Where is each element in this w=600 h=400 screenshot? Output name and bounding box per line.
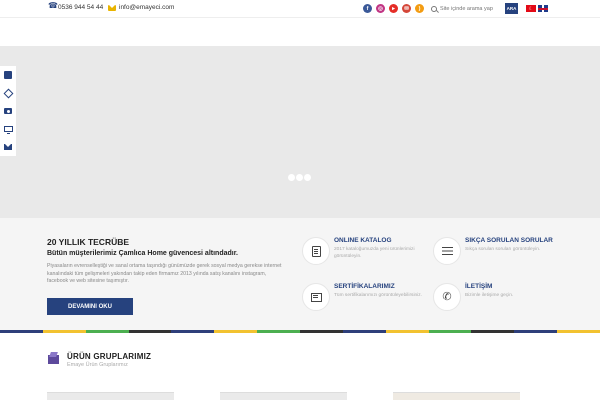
stripe-segment [214, 330, 258, 333]
email-contact[interactable]: info@emayeci.com [108, 4, 174, 11]
social-links: f ◎ ▸ ✉ ) [363, 4, 424, 13]
stripe-segment [557, 330, 600, 333]
stripe-segment [85, 330, 129, 333]
about-text: Piyasaların evrenselleştiği ve sanal ort… [47, 263, 282, 285]
stripe-segment [471, 330, 515, 333]
search-input[interactable] [440, 5, 500, 12]
side-tool-contact[interactable] [0, 66, 16, 84]
faq-list-icon [441, 246, 453, 256]
side-tool-gallery[interactable] [0, 102, 16, 120]
feature-title: SERTİFİKALARIMIZ [334, 283, 395, 290]
search-icon [431, 5, 437, 12]
envelope-icon [4, 144, 12, 150]
feature-desc: Tüm sertifikalarımızı görüntüleyebilirsi… [334, 293, 422, 298]
feature-title: İLETİŞİM [465, 283, 493, 290]
email-address: info@emayeci.com [119, 4, 175, 11]
youtube-icon[interactable]: ▸ [389, 4, 398, 13]
feature-desc: Bizimle iletişime geçin. [465, 293, 514, 298]
side-tool-products[interactable] [0, 84, 16, 102]
section-title: ÜRÜN GRUPLARIMIZ [67, 352, 152, 361]
side-tool-web[interactable] [0, 120, 16, 138]
product-card[interactable] [220, 392, 347, 400]
phone-icon [48, 1, 58, 11]
instagram-icon[interactable]: ◎ [376, 4, 385, 13]
loader-dot [304, 174, 311, 181]
stripe-segment [342, 330, 386, 333]
read-more-button[interactable]: DEVAMINI OKU [47, 298, 133, 315]
phone-contact[interactable]: 0536 944 54 44 [48, 1, 104, 11]
section-subtitle: Emaye Ürün Gruplarımız [67, 362, 128, 368]
hero-slider [0, 46, 600, 218]
stripe-segment [428, 330, 472, 333]
mail-icon [108, 4, 116, 11]
stripe-segment [128, 330, 172, 333]
product-box-icon [47, 352, 61, 366]
side-tool-mail[interactable] [0, 138, 16, 156]
about-subtitle: Bütün müşterilerimiz Çamlıca Home güvenc… [47, 250, 238, 257]
monitor-icon [3, 126, 13, 134]
feature-title: ONLINE KATALOG [334, 237, 392, 244]
loading-indicator [288, 174, 311, 181]
stripe-segment [42, 330, 86, 333]
email-icon[interactable]: ✉ [402, 4, 411, 13]
product-card[interactable] [393, 392, 520, 400]
phone-number: 0536 944 54 44 [58, 4, 104, 11]
english-flag-icon[interactable] [538, 5, 548, 12]
stripe-segment [385, 330, 429, 333]
stripe-segment [257, 330, 301, 333]
feature-faq[interactable]: SIKÇA SORULAN SORULAR Sıkça sorulan soru… [433, 237, 573, 267]
loader-dot [288, 174, 295, 181]
feature-icon-circle: ✆ [433, 283, 461, 311]
feature-contact[interactable]: ✆ İLETİŞİM Bizimle iletişime geçin. [433, 283, 573, 313]
stripe-segment [171, 330, 215, 333]
loader-dot [296, 174, 303, 181]
product-card[interactable] [47, 392, 174, 400]
rss-icon[interactable]: ) [415, 4, 424, 13]
feature-icon-circle [302, 283, 330, 311]
feature-certificates[interactable]: SERTİFİKALARIMIZ Tüm sertifikalarımızı g… [302, 283, 442, 313]
color-stripe-divider [0, 330, 600, 333]
catalog-icon [311, 245, 321, 257]
turkish-flag-icon[interactable]: ☾ [526, 5, 536, 12]
search-box [431, 3, 501, 14]
feature-icon-circle [302, 237, 330, 265]
phone-icon: ✆ [442, 290, 452, 303]
feature-desc: 2017 kataloğumuzda yeni ürünlerimizi gör… [334, 247, 415, 259]
top-bar: 0536 944 54 44 info@emayeci.com f ◎ ▸ ✉ … [0, 0, 600, 18]
stripe-segment [514, 330, 558, 333]
search-button[interactable]: ARA [505, 3, 518, 14]
box-icon [3, 88, 13, 98]
about-title: 20 YILLIK TECRÜBE [47, 237, 130, 247]
stripe-segment [300, 330, 343, 333]
feature-title: SIKÇA SORULAN SORULAR [465, 237, 553, 244]
facebook-icon[interactable]: f [363, 4, 372, 13]
feature-online-catalog[interactable]: ONLINE KATALOG 2017 kataloğumuzda yeni ü… [302, 237, 442, 267]
certificate-icon [310, 292, 322, 302]
feature-desc: Sıkça sorulan soruları görüntüleyin. [465, 247, 541, 252]
contact-card-icon [4, 71, 12, 79]
camera-icon [4, 108, 12, 114]
side-toolbar [0, 66, 16, 156]
stripe-segment [0, 330, 43, 333]
feature-icon-circle [433, 237, 461, 265]
